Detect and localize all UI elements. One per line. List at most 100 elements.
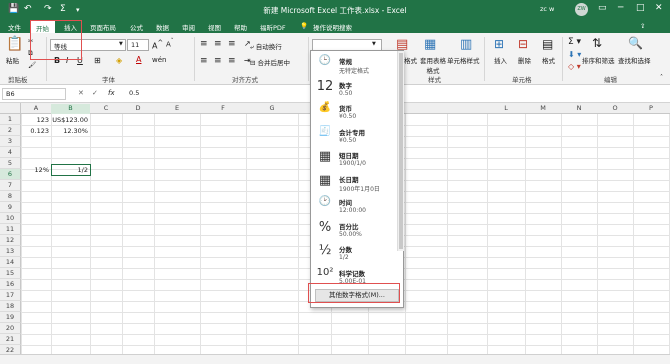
- find-select-icon[interactable]: 🔍: [628, 36, 643, 50]
- tab-foxit-pdf[interactable]: 福昕PDF: [260, 22, 286, 32]
- row-header-13[interactable]: 13: [0, 246, 21, 257]
- number-format-item[interactable]: ▦ 短日期 1900/1/0: [311, 147, 397, 173]
- align-left-icon[interactable]: ≡: [200, 56, 208, 66]
- conditional-format-button[interactable]: 格式: [404, 55, 417, 65]
- number-format-item[interactable]: % 百分比 50.00%: [311, 218, 397, 244]
- row-header-5[interactable]: 5: [0, 158, 21, 169]
- cell-styles-button[interactable]: 单元格样式: [447, 55, 480, 65]
- borders-icon[interactable]: ⊞: [94, 56, 101, 65]
- paste-icon[interactable]: 📋: [6, 36, 23, 52]
- row-header-14[interactable]: 14: [0, 257, 21, 268]
- column-header-d[interactable]: D: [122, 104, 154, 112]
- number-format-item[interactable]: ½ 分数 1/2: [311, 241, 397, 267]
- format-cells-icon[interactable]: ▤: [542, 37, 553, 51]
- tab-page-layout[interactable]: 页面布局: [90, 22, 116, 32]
- number-format-item[interactable]: 💰 货币 ¥0.50: [311, 100, 397, 126]
- sort-filter-button[interactable]: 排序和筛选: [582, 55, 615, 65]
- font-size-select[interactable]: 11: [127, 39, 149, 51]
- row-header-17[interactable]: 17: [0, 290, 21, 301]
- align-bottom-icon[interactable]: ≡: [228, 39, 236, 49]
- row-header-9[interactable]: 9: [0, 202, 21, 213]
- tab-data[interactable]: 数据: [156, 22, 169, 32]
- tab-review[interactable]: 审阅: [182, 22, 195, 32]
- number-format-item[interactable]: 12 数字 0.50: [311, 77, 397, 103]
- row-header-3[interactable]: 3: [0, 136, 21, 147]
- delete-cells-button[interactable]: 删除: [518, 55, 531, 65]
- ribbon-display-icon[interactable]: ▭: [598, 3, 607, 13]
- decrease-font-icon[interactable]: Aˇ: [166, 39, 174, 48]
- row-header-11[interactable]: 11: [0, 224, 21, 235]
- wrap-text-button[interactable]: ⤶ 自动换行: [250, 41, 282, 52]
- column-header-m[interactable]: M: [525, 104, 561, 112]
- select-all-corner[interactable]: [0, 103, 21, 114]
- align-top-icon[interactable]: ≡: [200, 39, 208, 49]
- cell-a6[interactable]: 12%: [21, 165, 49, 176]
- column-header-f[interactable]: F: [200, 104, 246, 112]
- insert-cells-icon[interactable]: ⊞: [494, 37, 504, 51]
- close-icon[interactable]: ✕: [655, 3, 663, 13]
- clear-icon[interactable]: ◇ ▾: [568, 62, 581, 71]
- cell-a1[interactable]: 123: [21, 115, 49, 126]
- cell-styles-icon[interactable]: ▥: [460, 37, 472, 52]
- minimize-icon[interactable]: ─: [618, 3, 623, 13]
- number-format-item[interactable]: 🕑 时间 12:00:00: [311, 194, 397, 220]
- avatar[interactable]: ZW: [575, 3, 588, 16]
- column-header-o[interactable]: O: [597, 104, 633, 112]
- insert-cells-button[interactable]: 插入: [494, 55, 507, 65]
- cancel-entry-icon[interactable]: ✕: [78, 89, 84, 97]
- row-header-19[interactable]: 19: [0, 312, 21, 323]
- table-format-button[interactable]: 套用表格格式: [420, 55, 446, 75]
- row-header-20[interactable]: 20: [0, 323, 21, 334]
- row-header-7[interactable]: 7: [0, 180, 21, 191]
- tab-view[interactable]: 视图: [208, 22, 221, 32]
- dropdown-scrollbar[interactable]: [397, 51, 404, 251]
- align-middle-icon[interactable]: ≡: [214, 39, 222, 49]
- autosum-ribbon-icon[interactable]: Σ ▾: [568, 37, 581, 47]
- row-header-21[interactable]: 21: [0, 334, 21, 345]
- format-cells-button[interactable]: 格式: [542, 55, 555, 65]
- row-header-4[interactable]: 4: [0, 147, 21, 158]
- row-header-6[interactable]: 6: [0, 169, 21, 180]
- row-header-1[interactable]: 1: [0, 114, 21, 125]
- column-header-a[interactable]: A: [21, 104, 51, 112]
- number-format-item[interactable]: ▦ 长日期 1900年1月0日: [311, 171, 397, 197]
- cell-b6[interactable]: 1/2: [51, 165, 88, 176]
- fill-icon[interactable]: ⬇ ▾: [568, 50, 581, 59]
- row-header-16[interactable]: 16: [0, 279, 21, 290]
- column-header-g[interactable]: G: [246, 104, 298, 112]
- row-header-18[interactable]: 18: [0, 301, 21, 312]
- cell-b2[interactable]: 12.30%: [51, 126, 88, 137]
- name-box[interactable]: B6: [2, 88, 66, 100]
- column-header-e[interactable]: E: [154, 104, 200, 112]
- sort-filter-icon[interactable]: ⇅: [592, 36, 602, 50]
- user-name[interactable]: zc w: [540, 5, 554, 13]
- enter-entry-icon[interactable]: ✓: [92, 89, 98, 97]
- tab-file[interactable]: 文件: [8, 22, 21, 32]
- tab-help[interactable]: 帮助: [234, 22, 247, 32]
- find-select-button[interactable]: 查找和选择: [618, 55, 651, 65]
- tell-me-search[interactable]: 操作说明搜索: [313, 22, 352, 32]
- delete-cells-icon[interactable]: ⊟: [518, 37, 528, 51]
- tab-formulas[interactable]: 公式: [130, 22, 143, 32]
- cell-b1[interactable]: US$123.00: [51, 115, 88, 126]
- collapse-ribbon-icon[interactable]: ˄: [660, 74, 663, 81]
- increase-font-icon[interactable]: A^: [152, 39, 163, 51]
- merge-center-button[interactable]: ⊟ 合并后居中: [250, 57, 290, 67]
- format-painter-icon[interactable]: 🖌: [28, 61, 36, 69]
- table-format-icon[interactable]: ▦: [424, 37, 436, 52]
- fill-color-icon[interactable]: ◈: [116, 56, 122, 65]
- column-header-b[interactable]: B: [51, 104, 90, 114]
- phonetic-icon[interactable]: wén: [152, 56, 166, 64]
- column-header-c[interactable]: C: [90, 104, 122, 112]
- align-center-icon[interactable]: ≡: [214, 56, 222, 66]
- paste-button[interactable]: 粘贴: [6, 55, 19, 65]
- number-format-item[interactable]: 🕒 常规 无特定格式: [311, 53, 397, 79]
- row-header-12[interactable]: 12: [0, 235, 21, 246]
- dropdown-scrollbar-thumb[interactable]: [399, 53, 403, 249]
- number-format-item[interactable]: 🧾 会计专用 ¥0.50: [311, 124, 397, 150]
- row-header-8[interactable]: 8: [0, 191, 21, 202]
- column-header-l[interactable]: L: [487, 104, 525, 112]
- column-header-n[interactable]: N: [561, 104, 597, 112]
- row-header-2[interactable]: 2: [0, 125, 21, 136]
- row-header-10[interactable]: 10: [0, 213, 21, 224]
